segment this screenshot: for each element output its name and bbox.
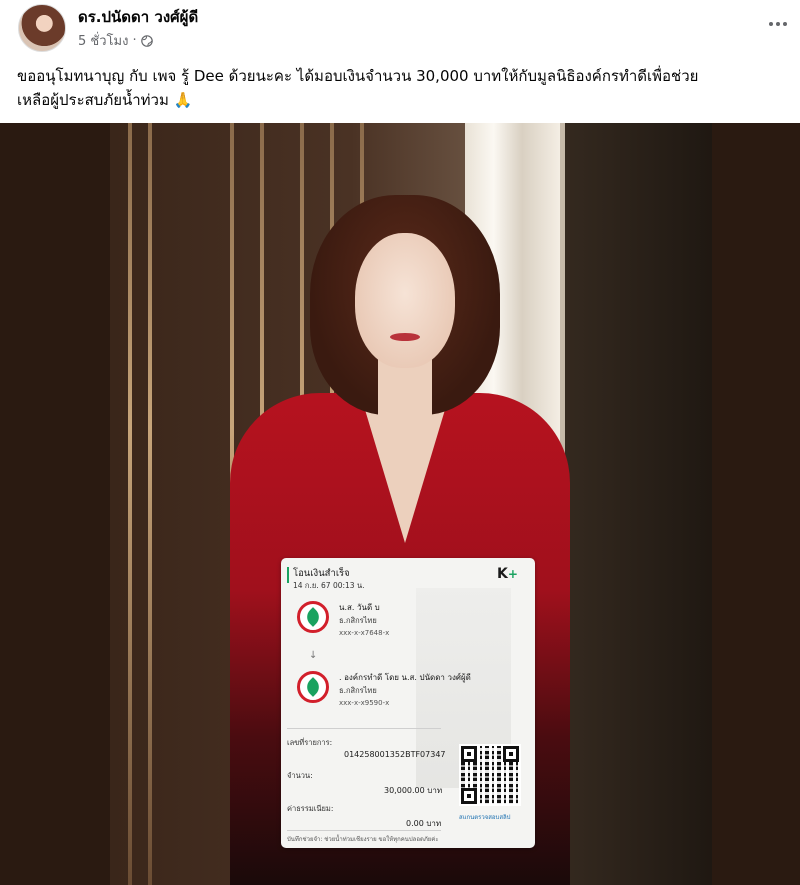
slip-divider <box>287 830 441 831</box>
kbank-logo-icon <box>297 671 329 703</box>
caption-line-2-text: เหลือผู้ประสบภัยน้ำท่วม <box>17 91 169 109</box>
qr-caption: สแกนตรวจสอบสลิป <box>459 814 511 821</box>
photo-border-right <box>712 123 800 885</box>
amount-label: จำนวน: <box>287 771 313 780</box>
post-caption: ขออนุโมทนาบุญ กับ เพจ รู้ Dee ด้วยนะคะ ไ… <box>17 64 787 112</box>
more-options-icon[interactable] <box>762 10 794 38</box>
slip-divider <box>287 728 441 729</box>
gate-bar <box>128 123 132 885</box>
post-meta: 5 ชั่วโมง · <box>78 30 153 51</box>
kplus-logo: K+ <box>497 566 518 582</box>
post-photo[interactable]: โอนเงินสำเร็จ 14 ก.ย. 67 00:13 น. K+ น.ส… <box>0 123 800 885</box>
slip-memo: บันทึกช่วยจำ: ช่วยน้ำท่วมเชียงราย ขอให้ท… <box>287 836 439 843</box>
kplus-logo-plus: + <box>507 567 518 581</box>
pray-emoji-icon: 🙏 <box>173 91 193 109</box>
meta-separator: · <box>132 33 137 48</box>
person-lips <box>390 333 420 341</box>
dark-wall-panel <box>565 123 712 885</box>
post-header: ดร.ปนัดดา วงศ์ผู้ดี 5 ชั่วโมง · <box>0 0 800 58</box>
sender-bank: ธ.กสิกรไทย <box>339 616 377 625</box>
globe-icon[interactable] <box>140 34 153 47</box>
slip-accent-bar <box>287 567 289 583</box>
qr-finder-pattern <box>503 746 519 762</box>
author-avatar[interactable] <box>18 4 66 52</box>
kbank-logo-icon <box>297 601 329 633</box>
amount-value: 30,000.00 บาท <box>384 786 443 795</box>
slip-datetime: 14 ก.ย. 67 00:13 น. <box>293 581 365 590</box>
person-face <box>355 233 455 368</box>
caption-line-2: เหลือผู้ประสบภัยน้ำท่วม 🙏 <box>17 88 787 112</box>
recipient-name: . องค์กรทำดี โดย น.ส. ปนัดดา วงศ์ผู้ดี <box>339 673 471 682</box>
author-name[interactable]: ดร.ปนัดดา วงศ์ผู้ดี <box>78 5 198 29</box>
reference-label: เลขที่รายการ: <box>287 738 333 747</box>
gate-bar <box>148 123 152 885</box>
qr-finder-pattern <box>461 746 477 762</box>
caption-line-1: ขออนุโมทนาบุญ กับ เพจ รู้ Dee ด้วยนะคะ ไ… <box>17 67 699 85</box>
transfer-slip: โอนเงินสำเร็จ 14 ก.ย. 67 00:13 น. K+ น.ส… <box>281 558 535 848</box>
slip-title: โอนเงินสำเร็จ <box>293 568 350 579</box>
recipient-bank: ธ.กสิกรไทย <box>339 686 377 695</box>
fee-value: 0.00 บาท <box>406 819 442 828</box>
kplus-logo-letter: K <box>497 566 508 582</box>
post-time[interactable]: 5 ชั่วโมง <box>78 30 128 51</box>
photo-border-left <box>0 123 110 885</box>
arrow-down-icon: ↓ <box>309 650 318 661</box>
fee-label: ค่าธรรมเนียม: <box>287 804 334 813</box>
reference-value: 014258001352BTF07347 <box>344 750 446 759</box>
sender-name: น.ส. วันดี บ <box>339 603 380 612</box>
qr-finder-pattern <box>461 788 477 804</box>
sender-account: xxx-x-x7648-x <box>339 629 390 637</box>
recipient-account: xxx-x-x9590-x <box>339 699 390 707</box>
